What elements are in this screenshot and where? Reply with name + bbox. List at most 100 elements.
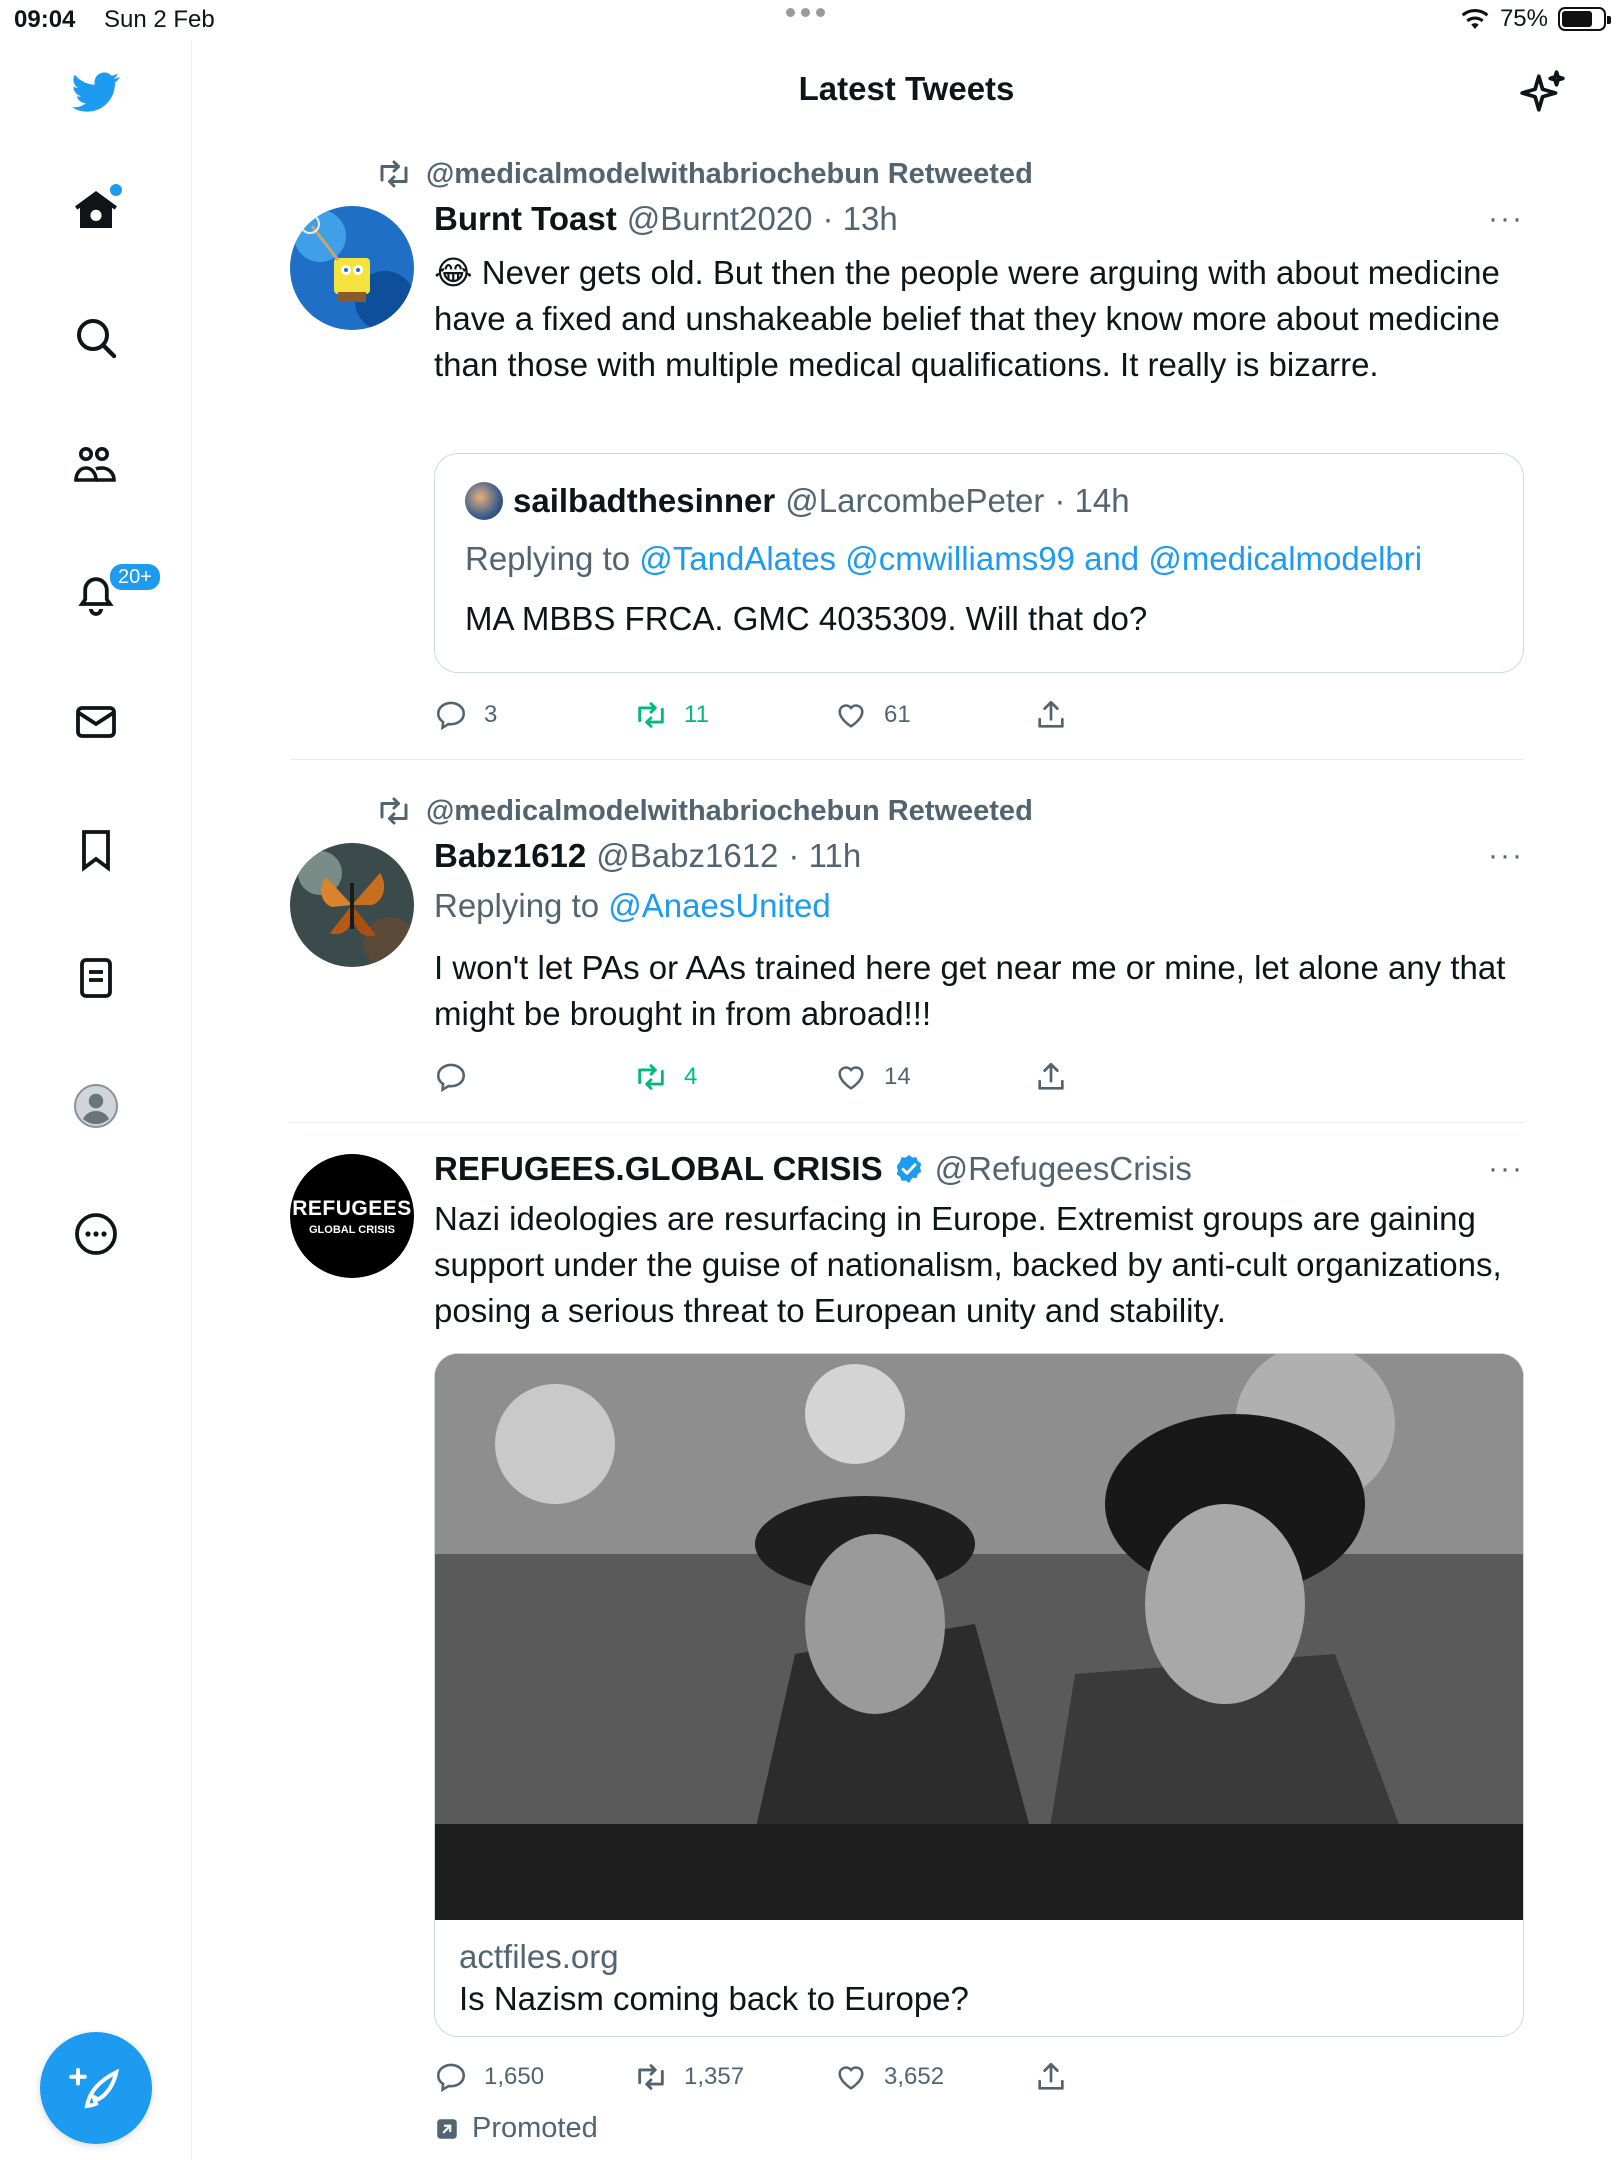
replying-mention[interactable]: @AnaesUnited xyxy=(608,887,830,924)
avatar-text-line1: REFUGEES xyxy=(292,1196,412,1220)
retweet-button[interactable]: 4 xyxy=(634,1060,697,1094)
like-button[interactable]: 61 xyxy=(834,698,911,732)
replying-mentions[interactable]: @TandAlates @cmwilliams99 and @medicalmo… xyxy=(639,540,1422,577)
tweet-text: I won't let PAs or AAs trained here get … xyxy=(434,949,1506,1032)
list-icon[interactable] xyxy=(68,950,124,1006)
author-handle[interactable]: @Babz1612 xyxy=(596,837,778,875)
quote-author-name: sailbadthesinner xyxy=(513,482,776,519)
tweet-actions: 1,650 1,357 3,652 xyxy=(434,2060,1134,2100)
reply-button[interactable] xyxy=(434,1060,484,1094)
more-options-icon[interactable]: ··· xyxy=(1488,202,1524,236)
author-handle[interactable]: @RefugeesCrisis xyxy=(935,1150,1192,1188)
promoted-text: Promoted xyxy=(472,2112,598,2144)
author-name[interactable]: Babz1612 xyxy=(434,837,586,875)
author-name[interactable]: Burnt Toast xyxy=(434,200,617,238)
status-time: 09:04 xyxy=(14,6,76,33)
bookmark-icon[interactable] xyxy=(68,822,124,878)
multitasking-dots-icon[interactable] xyxy=(786,8,825,17)
tweet-text: Nazi ideologies are resurfacing in Europ… xyxy=(434,1200,1502,1329)
card-image xyxy=(435,1354,1523,1920)
timeline-header: Latest Tweets xyxy=(193,40,1620,140)
twitter-bird-icon[interactable] xyxy=(68,64,124,120)
tweet[interactable]: @medicalmodelwithabriochebun Retweeted B… xyxy=(290,787,1524,1123)
retweet-button[interactable]: 11 xyxy=(634,698,709,732)
retweet-button[interactable]: 1,357 xyxy=(634,2060,744,2094)
sidebar: 20+ xyxy=(0,40,192,2160)
reply-icon xyxy=(436,701,466,731)
avatar[interactable] xyxy=(290,206,414,330)
share-icon xyxy=(1038,1062,1064,1090)
tweet-time[interactable]: · 11h xyxy=(788,837,861,875)
retweet-icon xyxy=(638,702,664,728)
communities-icon[interactable] xyxy=(68,438,124,494)
like-button[interactable]: 3,652 xyxy=(834,2060,944,2094)
profile-icon[interactable] xyxy=(68,1078,124,1134)
battery-level xyxy=(1562,11,1592,27)
status-right: 75% xyxy=(1460,5,1611,33)
link-card[interactable]: actfiles.org Is Nazism coming back to Eu… xyxy=(434,1353,1524,2037)
share-button[interactable] xyxy=(1034,1060,1068,1094)
share-button[interactable] xyxy=(1034,698,1068,732)
avatar-text-line2: GLOBAL CRISIS xyxy=(309,1223,395,1236)
card-domain: actfiles.org xyxy=(459,1938,619,1975)
reply-button[interactable]: 1,650 xyxy=(434,2060,544,2094)
tweet-header: Burnt Toast @Burnt2020 · 13h xyxy=(434,200,898,238)
retweet-count: 1,357 xyxy=(684,2063,745,2090)
retweet-context: @medicalmodelwithabriochebun Retweeted xyxy=(376,793,1033,829)
promoted-label: Promoted xyxy=(434,2112,598,2145)
tweet-promoted[interactable]: REFUGEES GLOBAL CRISIS REFUGEES.GLOBAL C… xyxy=(290,1150,1524,2150)
heart-icon xyxy=(838,704,864,728)
tweet-actions: 4 14 xyxy=(434,1060,1134,1100)
tweet-divider xyxy=(290,759,1524,760)
mail-icon[interactable] xyxy=(68,694,124,750)
reply-icon xyxy=(436,2063,466,2093)
wifi-icon xyxy=(1461,8,1489,29)
battery-icon xyxy=(1558,7,1611,31)
tweet[interactable]: @medicalmodelwithabriochebun Retweeted B… xyxy=(290,150,1524,760)
status-bar: 09:04 Sun 2 Feb 75% xyxy=(0,0,1620,40)
compose-button[interactable] xyxy=(40,2032,152,2144)
retweet-icon xyxy=(638,1064,664,1090)
quote-time: · 14h xyxy=(1054,482,1130,519)
sparkle-icon[interactable] xyxy=(1518,68,1568,118)
search-icon[interactable] xyxy=(68,310,124,366)
tweet-header: REFUGEES.GLOBAL CRISIS @RefugeesCrisis xyxy=(434,1150,1192,1188)
notification-badge: 20+ xyxy=(108,562,162,592)
reply-count: 1,650 xyxy=(484,2063,545,2090)
tweet-text-body: Never gets old. But then the people were… xyxy=(434,254,1500,383)
more-options-icon[interactable]: ··· xyxy=(1488,839,1524,873)
promoted-icon xyxy=(437,2118,457,2139)
like-count: 14 xyxy=(884,1063,911,1090)
tweet-actions: 3 11 61 xyxy=(434,698,1134,738)
home-icon[interactable] xyxy=(68,182,124,238)
compose-icon xyxy=(69,2067,120,2109)
reply-count: 3 xyxy=(484,701,498,728)
quoted-tweet[interactable]: sailbadthesinner @LarcombePeter · 14h Re… xyxy=(434,453,1524,673)
quote-author-handle: @LarcombePeter xyxy=(785,482,1045,519)
replying-prefix: Replying to xyxy=(434,887,600,924)
tweet-divider xyxy=(290,1122,1524,1123)
reply-button[interactable]: 3 xyxy=(434,698,497,732)
author-handle[interactable]: @Burnt2020 xyxy=(627,200,813,238)
status-date: Sun 2 Feb xyxy=(104,6,215,33)
quote-header: sailbadthesinner @LarcombePeter · 14h xyxy=(465,482,1130,520)
more-icon[interactable] xyxy=(68,1206,124,1262)
bell-icon[interactable]: 20+ xyxy=(68,562,162,622)
avatar[interactable] xyxy=(290,843,414,967)
heart-icon xyxy=(838,2066,864,2090)
home-unread-dot xyxy=(110,184,122,196)
retweeted-by: @medicalmodelwithabriochebun Retweeted xyxy=(426,794,1033,827)
share-button[interactable] xyxy=(1034,2060,1068,2094)
replying-to: Replying to @AnaesUnited xyxy=(434,887,831,925)
avatar[interactable]: REFUGEES GLOBAL CRISIS xyxy=(290,1154,414,1278)
tweet-time[interactable]: · 13h xyxy=(823,200,898,238)
retweet-icon xyxy=(638,2064,664,2090)
more-options-icon[interactable]: ··· xyxy=(1488,1152,1524,1186)
like-count: 61 xyxy=(884,701,911,728)
retweeted-by: @medicalmodelwithabriochebun Retweeted xyxy=(426,157,1033,190)
share-icon xyxy=(1038,700,1064,728)
like-button[interactable]: 14 xyxy=(834,1060,911,1094)
heart-icon xyxy=(838,1066,864,1090)
author-name[interactable]: REFUGEES.GLOBAL CRISIS xyxy=(434,1150,883,1188)
page-title: Latest Tweets xyxy=(798,70,1015,107)
